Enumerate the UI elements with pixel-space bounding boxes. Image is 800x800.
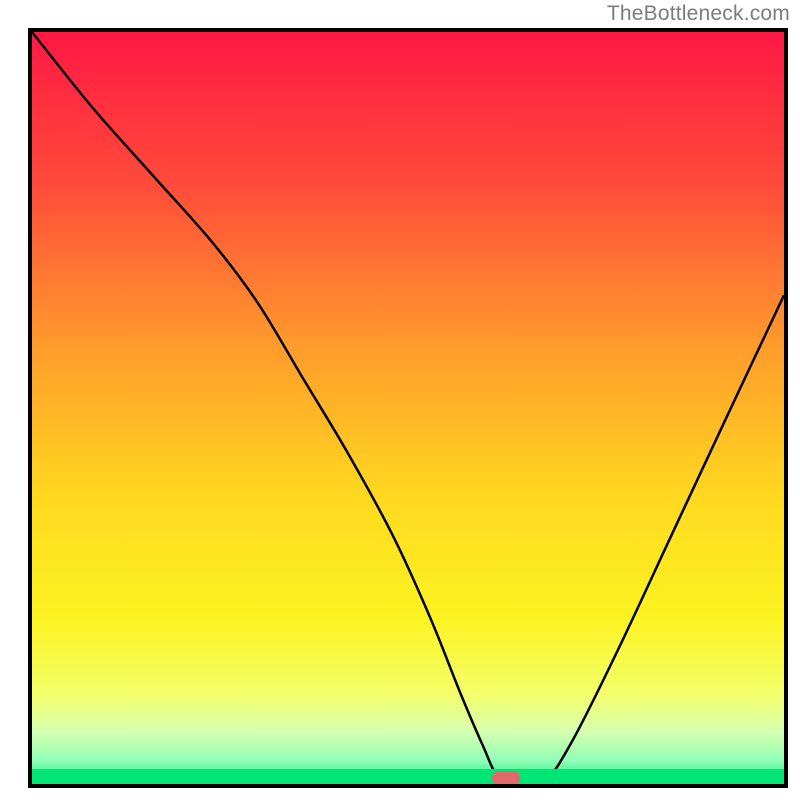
attribution-text: TheBottleneck.com [607,2,790,26]
chart-container: TheBottleneck.com [0,0,800,800]
bottleneck-curve [32,32,784,784]
plot-area [28,28,788,788]
optimal-zone-band [32,769,784,784]
current-position-marker [492,771,520,785]
curve-path [32,32,784,784]
